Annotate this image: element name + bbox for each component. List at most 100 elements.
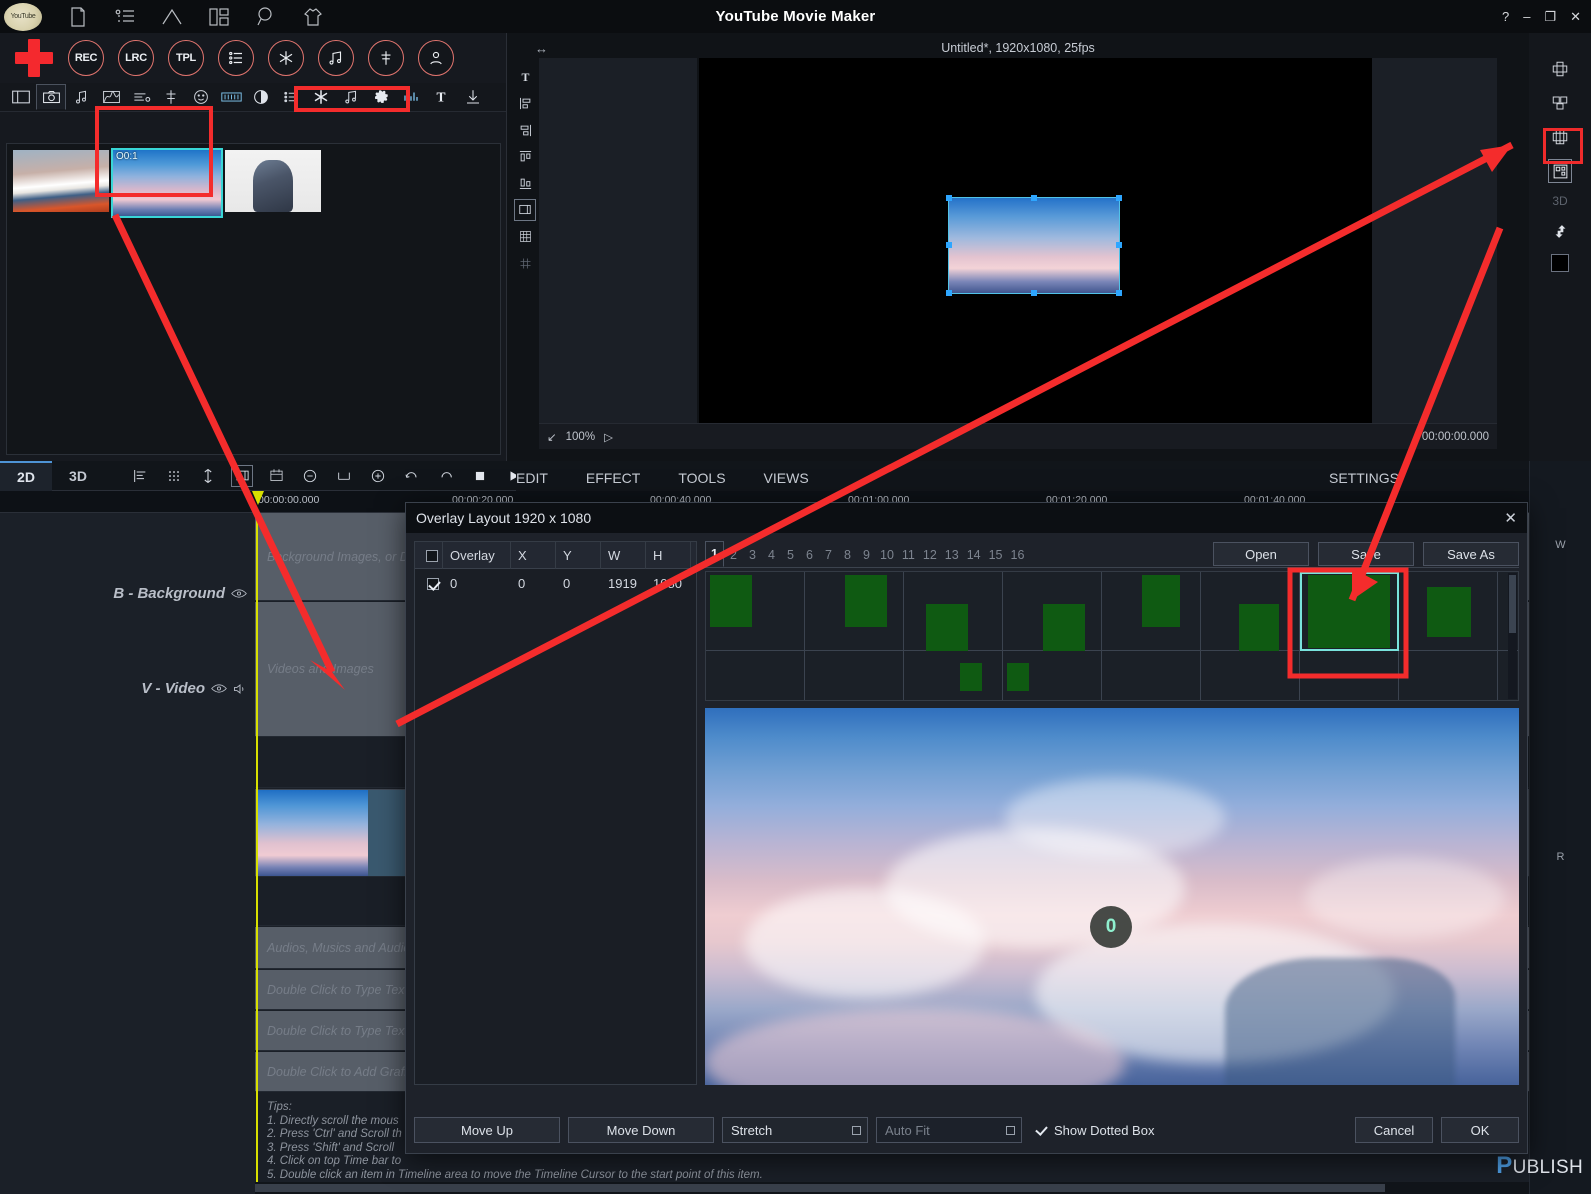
list-bullet-icon[interactable]	[113, 5, 137, 29]
menu-tools[interactable]: TOOLS	[678, 470, 725, 486]
layout-preset-13[interactable]	[1003, 651, 1102, 700]
media-thumb-2[interactable]: O0:1	[111, 148, 223, 218]
layout-grid-scrollbar-thumb[interactable]	[1509, 575, 1516, 633]
timeline-hscrollbar[interactable]	[255, 1182, 1529, 1194]
layout-grid-icon[interactable]	[1548, 159, 1572, 183]
music-note-icon[interactable]	[66, 84, 96, 110]
layout-preset-7[interactable]	[1300, 572, 1399, 651]
fit-mode-select[interactable]: Auto Fit	[876, 1117, 1022, 1143]
resize-handle-nw[interactable]	[946, 195, 952, 201]
zoom-out-icon[interactable]	[300, 466, 320, 486]
save-as-button[interactable]: Save As	[1423, 542, 1519, 566]
resize-handle-e[interactable]	[1116, 242, 1122, 248]
beam-note-icon[interactable]	[336, 84, 366, 110]
redo-icon[interactable]	[436, 466, 456, 486]
align-bottom-icon[interactable]	[515, 174, 535, 194]
layout-tab-7[interactable]: 7	[819, 543, 838, 567]
layout-2-icon[interactable]	[1549, 92, 1571, 114]
resize-handle-n[interactable]	[1031, 195, 1037, 201]
layout-preset-1[interactable]	[706, 572, 805, 651]
zoom-level[interactable]: 100%	[566, 431, 595, 443]
audio-mix-button[interactable]	[368, 40, 404, 76]
maximize-button[interactable]: ❐	[1544, 10, 1556, 23]
stop-icon[interactable]	[470, 466, 490, 486]
updown-arrow-icon[interactable]	[198, 466, 218, 486]
menu-edit[interactable]: EDIT	[516, 470, 548, 486]
crop-icon[interactable]: ↙	[547, 430, 557, 444]
layout-preset-16[interactable]	[1300, 651, 1399, 700]
tab-3d[interactable]: 3D	[52, 461, 104, 491]
select-frame-icon[interactable]	[231, 464, 253, 487]
account-button[interactable]	[418, 40, 454, 76]
overlay-clip[interactable]	[256, 790, 368, 876]
resize-handle-se[interactable]	[1116, 290, 1122, 296]
video-frame-icon[interactable]	[6, 84, 36, 110]
fit-frame-icon[interactable]	[514, 199, 536, 221]
color-swatch[interactable]	[1551, 254, 1569, 272]
layout-tab-15[interactable]: 15	[985, 543, 1007, 567]
play-icon[interactable]: ▷	[604, 430, 613, 444]
layout-grid-scrollbar[interactable]	[1508, 573, 1517, 699]
calendar-icon[interactable]	[266, 466, 286, 486]
close-button[interactable]: ✕	[1570, 10, 1581, 23]
media-thumb-3[interactable]	[225, 150, 321, 212]
align-icon[interactable]	[130, 466, 150, 486]
music-note-button[interactable]	[318, 40, 354, 76]
rail-3d-label[interactable]: 3D	[1552, 194, 1567, 208]
layout-tab-2[interactable]: 2	[724, 543, 743, 567]
speaker-icon[interactable]	[233, 683, 247, 695]
record-button[interactable]: REC	[68, 40, 104, 76]
dialog-close-icon[interactable]: ✕	[1504, 511, 1517, 526]
layout-tab-14[interactable]: 14	[963, 543, 985, 567]
layout-tab-13[interactable]: 13	[941, 543, 963, 567]
layout-preset-14[interactable]	[1102, 651, 1201, 700]
layout-preset-2[interactable]	[805, 572, 904, 651]
track-label-video[interactable]: V - Video	[141, 680, 247, 697]
layout-tab-3[interactable]: 3	[743, 543, 762, 567]
help-button[interactable]: ?	[1502, 10, 1509, 23]
text-t-icon[interactable]: T	[426, 84, 456, 110]
layout-tab-12[interactable]: 12	[919, 543, 941, 567]
layout-preset-10[interactable]	[706, 651, 805, 700]
table-row[interactable]: 0 0 0 1919 1080	[415, 569, 696, 598]
publish-label[interactable]: PUBLISH	[1496, 1152, 1583, 1180]
layout-3-icon[interactable]	[1549, 126, 1571, 148]
hash-grid-icon[interactable]	[515, 253, 535, 273]
layout-preset-8[interactable]	[1399, 572, 1498, 651]
layout-preset-11[interactable]	[805, 651, 904, 700]
undo-icon[interactable]	[402, 466, 422, 486]
align-left-icon[interactable]	[515, 94, 535, 114]
layout-tab-6[interactable]: 6	[800, 543, 819, 567]
layout-preset-15[interactable]	[1201, 651, 1300, 700]
select-all-header[interactable]	[415, 542, 443, 569]
transition-icon[interactable]	[156, 84, 186, 110]
overlay-image-on-stage[interactable]	[946, 195, 1122, 296]
minimize-button[interactable]: –	[1523, 10, 1530, 23]
playhead[interactable]	[252, 491, 264, 1194]
align-center-h-icon[interactable]	[515, 120, 535, 140]
chevron-down-icon[interactable]	[852, 1126, 861, 1135]
chevron-down-icon[interactable]	[1006, 1126, 1015, 1135]
camera-icon[interactable]	[36, 84, 66, 110]
layout-preset-3[interactable]	[904, 572, 1003, 651]
timeline-hscrollbar-thumb[interactable]	[255, 1184, 1385, 1192]
grid-dots-icon[interactable]	[164, 466, 184, 486]
layout-tab-10[interactable]: 10	[876, 543, 898, 567]
layout-preset-12[interactable]	[904, 651, 1003, 700]
subtitle-icon[interactable]	[126, 84, 156, 110]
scale-mode-select[interactable]: Stretch	[722, 1117, 868, 1143]
magnifier-icon[interactable]	[254, 5, 278, 29]
resize-handle-s[interactable]	[1031, 290, 1037, 296]
cancel-button[interactable]: Cancel	[1355, 1117, 1433, 1143]
move-down-button[interactable]: Move Down	[568, 1117, 714, 1143]
filmstrip-icon[interactable]	[216, 84, 246, 110]
add-media-button[interactable]	[14, 38, 54, 78]
dialog-image-preview[interactable]: 0	[705, 708, 1519, 1085]
resize-handle-sw[interactable]	[946, 290, 952, 296]
row-checkbox-cell[interactable]	[415, 569, 443, 598]
download-icon[interactable]	[458, 84, 488, 110]
layout-panels-icon[interactable]	[207, 5, 231, 29]
swap-icon[interactable]	[1549, 220, 1571, 242]
overlay-number-badge[interactable]: 0	[1090, 906, 1132, 948]
menu-effect[interactable]: EFFECT	[586, 470, 640, 486]
